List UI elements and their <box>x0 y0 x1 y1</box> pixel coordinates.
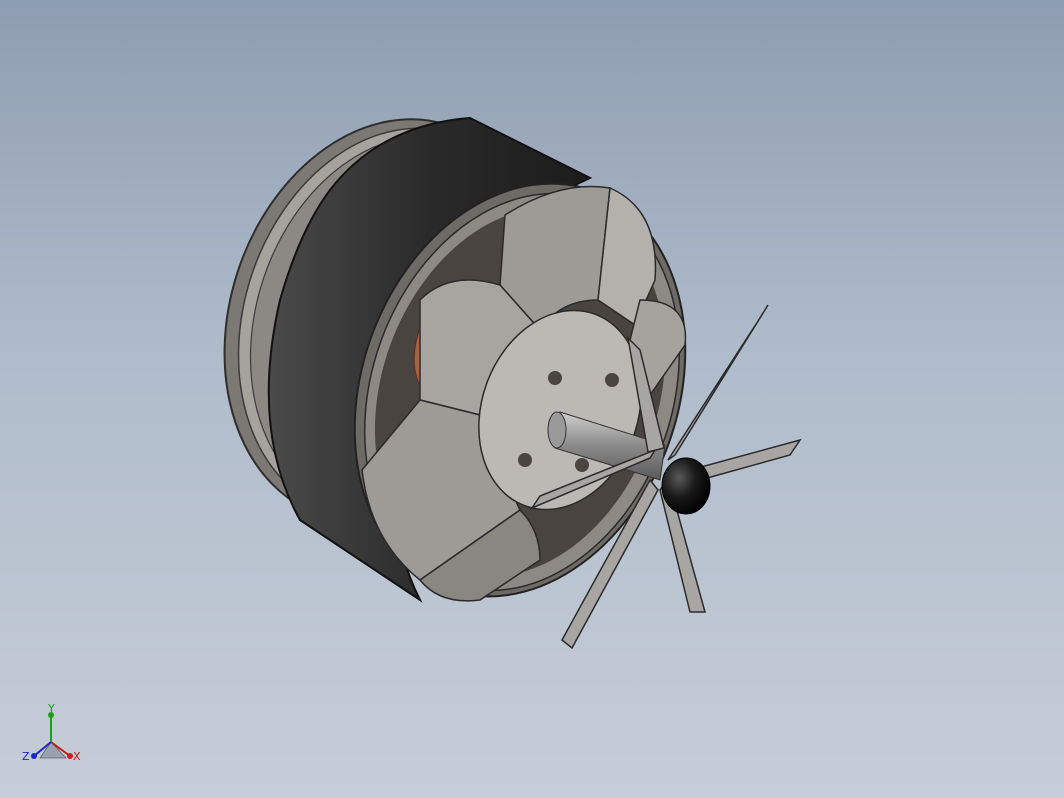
z-axis-label: Z <box>22 750 30 763</box>
axis-triad: Y X Z <box>22 702 81 763</box>
graphics-viewport[interactable]: Y X Z <box>0 0 1064 798</box>
motor-3d-model[interactable] <box>0 0 1064 798</box>
y-axis-label: Y <box>47 702 55 715</box>
spinner-cap <box>661 457 711 515</box>
z-axis-tip <box>31 753 37 759</box>
x-axis-label: X <box>73 750 81 763</box>
